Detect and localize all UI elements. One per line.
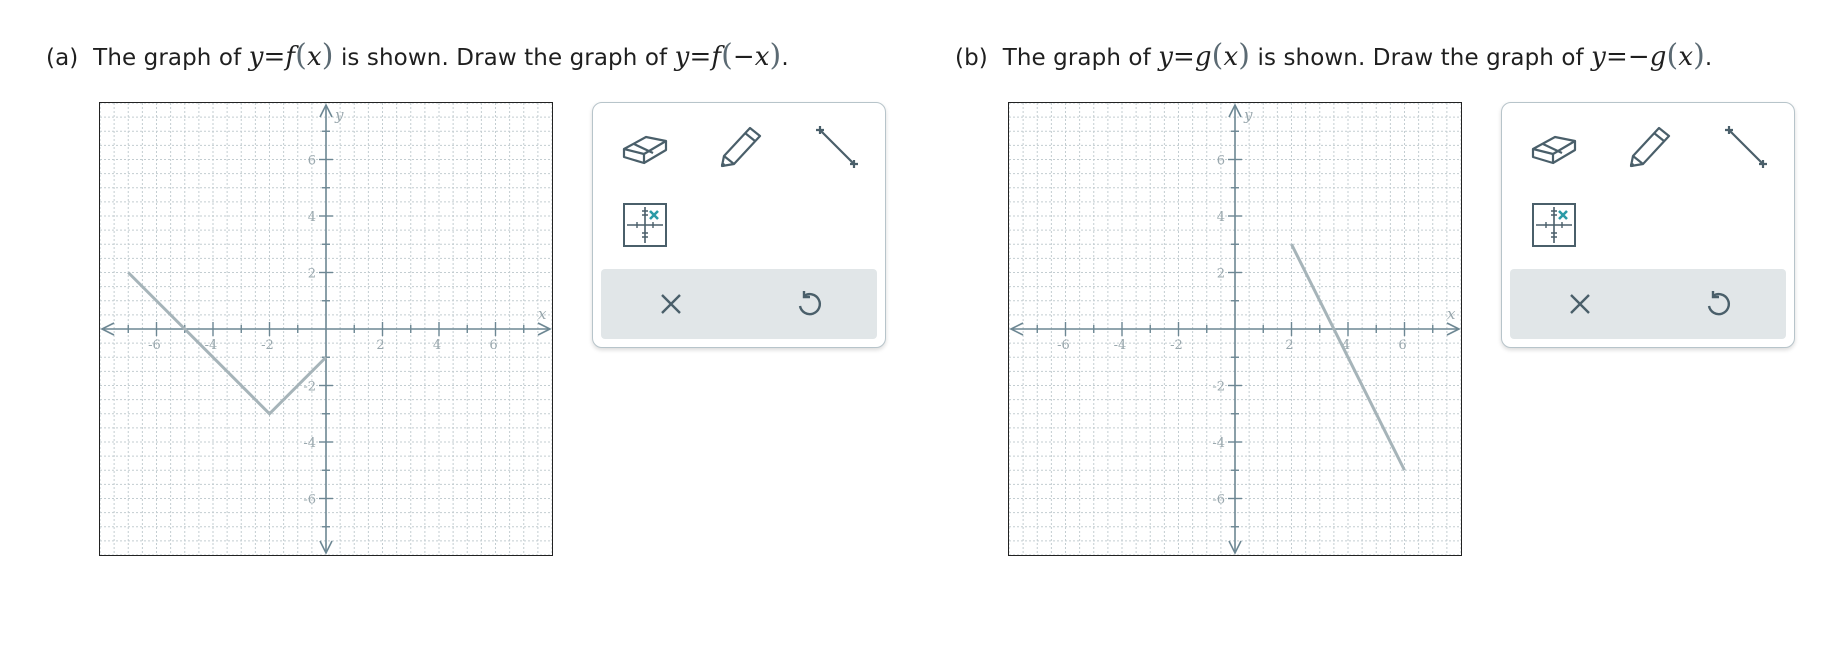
- question-text-2: is shown. Draw the graph of: [340, 45, 668, 71]
- math-given-arg: x: [1223, 42, 1239, 72]
- clear-icon: [1570, 294, 1590, 314]
- math-target-neg: −: [1627, 42, 1650, 72]
- question-text-2: is shown. Draw the graph of: [1257, 45, 1584, 71]
- pencil-icon: [1629, 126, 1671, 168]
- question-text: The graph of: [93, 45, 242, 71]
- point-tool-icon: [623, 203, 667, 247]
- math-target-open: (: [721, 38, 733, 73]
- math-target-arg: x: [1678, 42, 1694, 72]
- eraser-button[interactable]: [617, 119, 673, 175]
- clear-button[interactable]: [1550, 279, 1610, 329]
- question-a: (a) The graph of y=f(x) is shown. Draw t…: [46, 38, 789, 73]
- y-tick-label: -2: [303, 380, 316, 395]
- undo-button[interactable]: [1688, 279, 1748, 329]
- y-axis-label: y: [1243, 106, 1253, 124]
- line-segment-button[interactable]: [809, 119, 865, 175]
- question-label: (b): [955, 45, 988, 71]
- y-tick-label: 2: [308, 267, 316, 282]
- pencil-button[interactable]: [713, 117, 769, 173]
- y-tick-label: -6: [1212, 493, 1225, 508]
- graph-canvas-b[interactable]: -6 -4 -2 2 4 6 6 4 2 -2 -4 -6 x y: [1008, 102, 1462, 556]
- y-tick-label: -4: [303, 436, 316, 451]
- math-target-fn: f: [711, 42, 722, 72]
- toolbar-b: [1501, 102, 1795, 348]
- question-label: (a): [46, 45, 79, 71]
- math-given-close: ): [321, 38, 334, 73]
- undo-button[interactable]: [779, 279, 839, 329]
- x-tick-label: -6: [148, 338, 161, 353]
- y-tick-label: 4: [308, 210, 316, 225]
- x-tick-label: 6: [489, 338, 497, 353]
- clear-button[interactable]: [641, 279, 701, 329]
- x-tick-label: -6: [1057, 338, 1070, 353]
- math-given-y: y: [1158, 42, 1174, 72]
- math-given-y: y: [248, 42, 264, 72]
- action-bar-a: [601, 269, 877, 339]
- y-tick-label: 2: [1217, 267, 1225, 282]
- math-target-eq: =: [1605, 42, 1628, 72]
- y-tick-label: 4: [1217, 210, 1225, 225]
- math-given-open: (: [295, 38, 307, 73]
- y-axis-label: y: [334, 106, 344, 124]
- math-given-eq: =: [263, 42, 286, 72]
- toolbar-a: [592, 102, 886, 348]
- x-tick-label: -2: [1170, 338, 1183, 353]
- y-tick-label: 6: [308, 154, 316, 169]
- y-tick-label: -6: [303, 493, 316, 508]
- math-target-arg: −x: [732, 42, 770, 72]
- eraser-icon: [1531, 135, 1577, 165]
- math-given-fn: g: [1194, 42, 1212, 72]
- math-target-eq: =: [689, 42, 712, 72]
- math-target-fn: g: [1649, 42, 1667, 72]
- math-given-close: ): [1238, 38, 1251, 73]
- y-tick-label: 6: [1217, 154, 1225, 169]
- question-end: .: [1704, 45, 1713, 71]
- line-segment-icon: [1725, 126, 1767, 168]
- x-tick-label: 6: [1398, 338, 1406, 353]
- x-axis-label: x: [1447, 305, 1456, 323]
- math-given-fn: f: [285, 42, 296, 72]
- math-target-close: ): [1693, 38, 1705, 73]
- x-tick-label: 2: [376, 338, 384, 353]
- x-axis-label: x: [538, 305, 547, 323]
- eraser-button[interactable]: [1526, 119, 1582, 175]
- y-tick-label: -2: [1212, 380, 1225, 395]
- y-tick-label: -4: [1212, 436, 1225, 451]
- action-bar-b: [1510, 269, 1786, 339]
- question-text: The graph of: [1002, 45, 1151, 71]
- pencil-button[interactable]: [1622, 117, 1678, 173]
- point-tool-button[interactable]: [617, 197, 673, 253]
- x-tick-label: -2: [261, 338, 274, 353]
- question-end: .: [781, 45, 789, 71]
- pencil-icon: [720, 126, 762, 168]
- math-given-open: (: [1211, 38, 1224, 73]
- question-b: (b) The graph of y=g(x) is shown. Draw t…: [955, 38, 1712, 73]
- math-target-open: (: [1666, 38, 1679, 73]
- math-given-arg: x: [306, 42, 322, 72]
- undo-icon: [798, 291, 821, 316]
- coordinate-plane-b[interactable]: -6 -4 -2 2 4 6642-2-4-6xy: [1009, 103, 1461, 555]
- graph-canvas-a[interactable]: -6 -4 -2 2 4 6 6 4 2 -2 -4 -6 x y: [99, 102, 553, 556]
- x-tick-label: -4: [1114, 338, 1127, 353]
- line-segment-button[interactable]: [1718, 119, 1774, 175]
- coordinate-plane-a[interactable]: -6 -4 -2 2 4 6642-2-4-6xy: [100, 103, 552, 555]
- x-tick-label: 2: [1285, 338, 1293, 353]
- math-given-eq: =: [1173, 42, 1195, 72]
- math-target-y: y: [674, 42, 690, 72]
- math-target-close: ): [769, 38, 782, 73]
- eraser-icon: [622, 135, 668, 165]
- point-tool-button[interactable]: [1526, 197, 1582, 253]
- x-tick-label: 4: [433, 338, 441, 353]
- clear-icon: [661, 294, 681, 314]
- math-target-y: y: [1591, 42, 1606, 72]
- point-tool-icon: [1532, 203, 1576, 247]
- undo-icon: [1707, 291, 1730, 316]
- line-segment-icon: [816, 126, 858, 168]
